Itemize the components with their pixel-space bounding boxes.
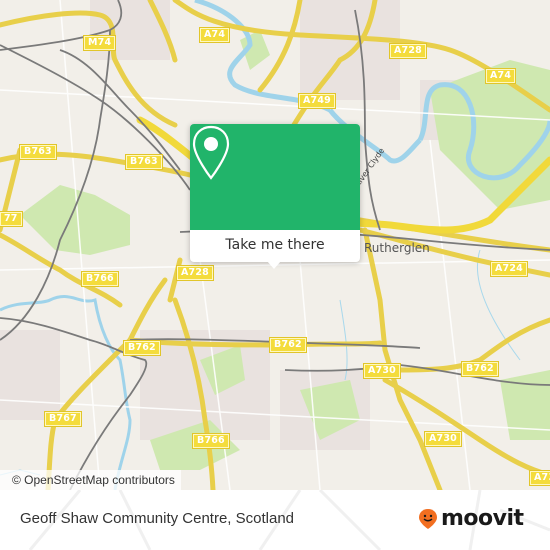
location-popup[interactable]: Take me there bbox=[190, 124, 360, 262]
road-label: A728 bbox=[389, 43, 427, 59]
popup-header bbox=[190, 124, 360, 230]
road-label: M74 bbox=[82, 35, 117, 51]
road-label: 77 bbox=[0, 211, 23, 227]
place-title: Geoff Shaw Community Centre, Scotland bbox=[20, 510, 295, 527]
moovit-logo[interactable]: moovit bbox=[418, 506, 524, 531]
road-label: B762 bbox=[123, 340, 161, 356]
place-label-rutherglen: Rutherglen bbox=[364, 241, 430, 255]
road-label: B762 bbox=[269, 337, 307, 353]
take-me-there-button[interactable]: Take me there bbox=[190, 230, 360, 262]
road-label: B763 bbox=[125, 154, 163, 170]
road-label: A728 bbox=[176, 265, 214, 281]
road-label: A74 bbox=[198, 27, 231, 43]
popup-pointer bbox=[267, 261, 281, 269]
road-label: B767 bbox=[44, 411, 82, 427]
road-label: A724 bbox=[490, 261, 528, 277]
map-attribution[interactable]: © OpenStreetMap contributors bbox=[0, 470, 181, 490]
road-label: A73 bbox=[528, 470, 550, 486]
moovit-smiley-pin-icon bbox=[419, 508, 437, 529]
road-label: A74 bbox=[484, 68, 517, 84]
road-label: A749 bbox=[298, 93, 336, 109]
road-label: B766 bbox=[192, 433, 230, 449]
road-label: B763 bbox=[19, 144, 57, 160]
map[interactable]: M74 A74 A74 A728 A749 B763 B763 77 B766 … bbox=[0, 0, 550, 490]
road-label: B766 bbox=[81, 271, 119, 287]
road-label: B762 bbox=[461, 361, 499, 377]
road-label: A730 bbox=[424, 431, 462, 447]
road-label: A730 bbox=[363, 363, 401, 379]
moovit-wordmark: moovit bbox=[441, 506, 524, 531]
location-pin-icon bbox=[192, 125, 230, 180]
